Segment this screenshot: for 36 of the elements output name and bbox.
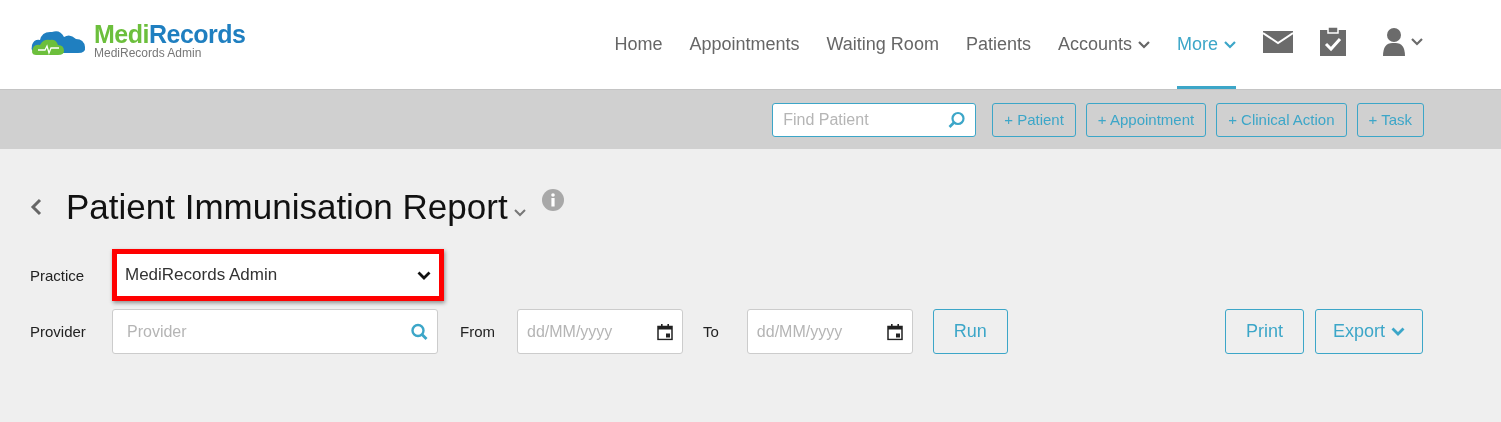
search-icon (948, 110, 967, 129)
practice-select[interactable]: MediRecords Admin (112, 249, 444, 301)
toolbar-button[interactable]: + Task (1356, 102, 1424, 137)
chevron-down-icon (417, 270, 431, 280)
nav-link[interactable]: Patients (965, 0, 1031, 89)
nav-link[interactable]: Home (614, 0, 663, 89)
logo-wordmark: MediRecords (94, 22, 246, 48)
toolbar-button[interactable]: + Patient (992, 102, 1076, 137)
calendar-icon (657, 323, 673, 340)
clipboard-check-icon[interactable] (1320, 27, 1346, 56)
run-button[interactable]: Run (932, 309, 1008, 354)
search-icon (410, 322, 428, 341)
nav-link[interactable]: Accounts (1057, 0, 1150, 89)
user-icon (1383, 27, 1405, 56)
chevron-down-icon (1391, 327, 1405, 336)
practice-label: Practice (30, 266, 86, 284)
report-title: Patient Immunisation Report (66, 187, 508, 227)
from-date-field[interactable]: dd/MM/yyyy (517, 309, 683, 354)
nav-link[interactable]: Appointments (689, 0, 800, 89)
export-button[interactable]: Export (1314, 309, 1423, 354)
provider-field[interactable]: Provider (112, 309, 438, 354)
toolbar-button[interactable]: + Appointment (1085, 102, 1207, 137)
nav-link[interactable]: Waiting Room (826, 0, 939, 89)
from-label: From (460, 323, 495, 340)
provider-label: Provider (30, 323, 87, 340)
to-label: To (703, 323, 719, 340)
back-icon[interactable] (30, 198, 42, 216)
caret-icon (1411, 37, 1423, 46)
caret-icon[interactable] (513, 209, 526, 217)
logo-subtitle: MediRecords Admin (94, 47, 203, 61)
calendar-icon (886, 323, 903, 340)
mail-icon[interactable] (1263, 29, 1293, 54)
print-button[interactable]: Print (1224, 309, 1304, 354)
find-patient-field[interactable]: Find Patient (772, 102, 977, 137)
to-date-field[interactable]: dd/MM/yyyy (746, 309, 913, 354)
toolbar-button[interactable]: + Clinical Action (1216, 102, 1347, 137)
